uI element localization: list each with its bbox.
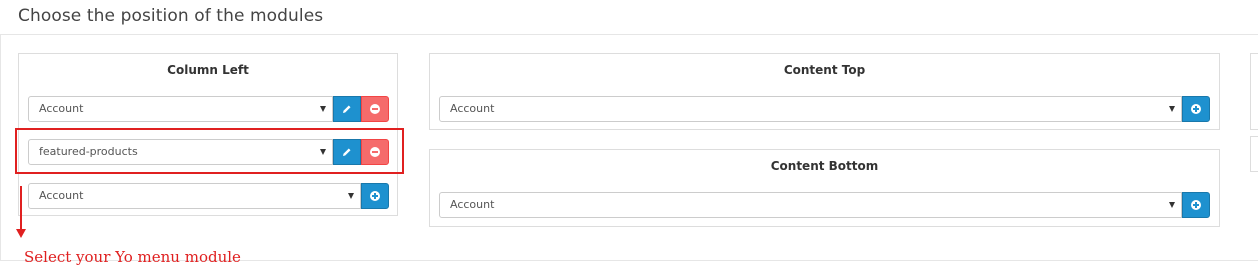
edit-module-button[interactable] [333, 96, 361, 122]
pencil-icon [343, 105, 351, 113]
page-title: Choose the position of the modules [18, 6, 324, 26]
title-divider [0, 34, 1258, 35]
content-top-heading: Content Top [783, 63, 866, 77]
column-right-header [1250, 53, 1258, 87]
content-bottom-select[interactable]: Account [439, 192, 1182, 218]
plus-circle-icon [1191, 200, 1201, 210]
annotation-arrow [20, 186, 22, 230]
add-module-button[interactable] [361, 183, 389, 209]
chevron-down-icon [320, 106, 326, 112]
add-module-button[interactable] [1182, 192, 1210, 218]
select-value: Account [39, 102, 84, 115]
content-top-header: Content Top [429, 53, 1220, 87]
left-divider [0, 34, 1, 261]
highlight-box [15, 128, 404, 174]
plus-circle-icon [1191, 104, 1201, 114]
column-right-header [1250, 136, 1258, 172]
chevron-down-icon [348, 193, 354, 199]
annotation-text: Select your Yo menu module [24, 248, 241, 266]
module-select[interactable]: Account [28, 183, 361, 209]
remove-module-button[interactable] [361, 96, 389, 122]
plus-circle-icon [370, 191, 380, 201]
select-value: Account [450, 198, 495, 211]
content-bottom-heading: Content Bottom [770, 159, 879, 173]
select-value: Account [39, 189, 84, 202]
chevron-down-icon [1169, 202, 1175, 208]
content-top-select[interactable]: Account [439, 96, 1182, 122]
content-bottom-header: Content Bottom [429, 149, 1220, 183]
column-left-header: Column Left [18, 53, 398, 87]
add-module-button[interactable] [1182, 96, 1210, 122]
module-select[interactable]: Account [28, 96, 333, 122]
arrow-down-icon [16, 229, 26, 238]
column-left-heading: Column Left [167, 63, 249, 77]
chevron-down-icon [1169, 106, 1175, 112]
select-value: Account [450, 102, 495, 115]
column-right-panel [1250, 86, 1258, 130]
minus-circle-icon [370, 104, 380, 114]
